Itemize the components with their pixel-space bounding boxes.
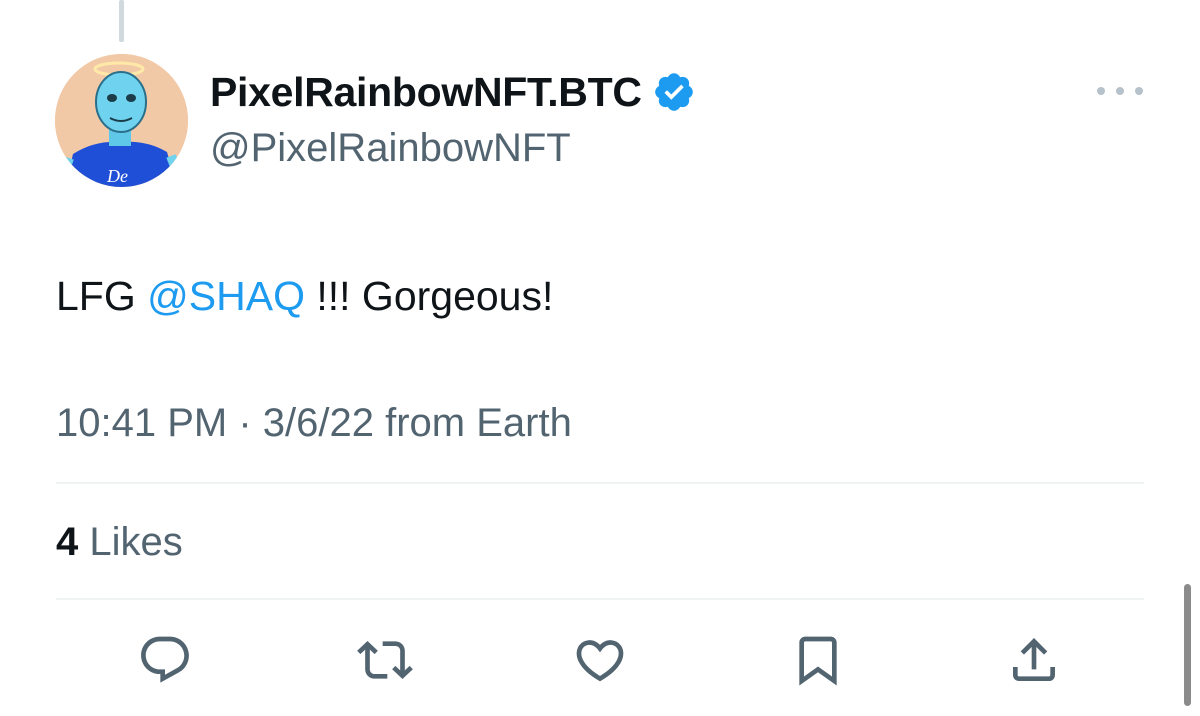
author-handle[interactable]: @PixelRainbowNFT [210,124,571,172]
tweet-text: LFG @SHAQ !!! Gorgeous! [56,270,553,322]
svg-text:De: De [106,166,128,186]
divider [56,482,1144,484]
avatar[interactable]: De [55,54,188,187]
more-dot [1116,87,1124,95]
author-name-row: PixelRainbowNFT.BTC [210,66,696,118]
verified-badge-icon [652,70,696,114]
retweet-icon [357,641,413,679]
meta-separator: · [227,401,263,445]
heart-icon [576,640,624,682]
thread-connector-line [119,0,124,42]
divider [56,598,1144,600]
tweet-time[interactable]: 10:41 PM [56,401,227,445]
share-button[interactable] [1004,630,1064,690]
likes-label: Likes [78,520,183,564]
tweet-text-suffix: !!! Gorgeous! [304,273,554,319]
scrollbar[interactable] [1184,584,1191,706]
reply-icon [141,636,189,683]
more-dot [1097,87,1105,95]
bookmark-button[interactable] [788,630,848,690]
tweet-text-prefix: LFG [56,273,148,319]
reply-button[interactable] [135,630,195,690]
retweet-button[interactable] [355,630,415,690]
mention-link[interactable]: @SHAQ [147,273,305,319]
bookmark-icon [799,636,837,686]
avatar-image: De [55,54,188,187]
tweet-date[interactable]: 3/6/22 [263,401,374,445]
tweet-source: from Earth [373,401,572,445]
more-dot [1135,87,1143,95]
likes-stat[interactable]: 4 Likes [56,517,183,567]
more-options-icon[interactable] [1097,78,1143,104]
display-name[interactable]: PixelRainbowNFT.BTC [210,66,642,118]
like-button[interactable] [570,630,630,690]
tweet-metadata: 10:41 PM · 3/6/22 from Earth [56,398,572,448]
share-icon [1013,638,1055,681]
likes-count: 4 [56,520,79,564]
